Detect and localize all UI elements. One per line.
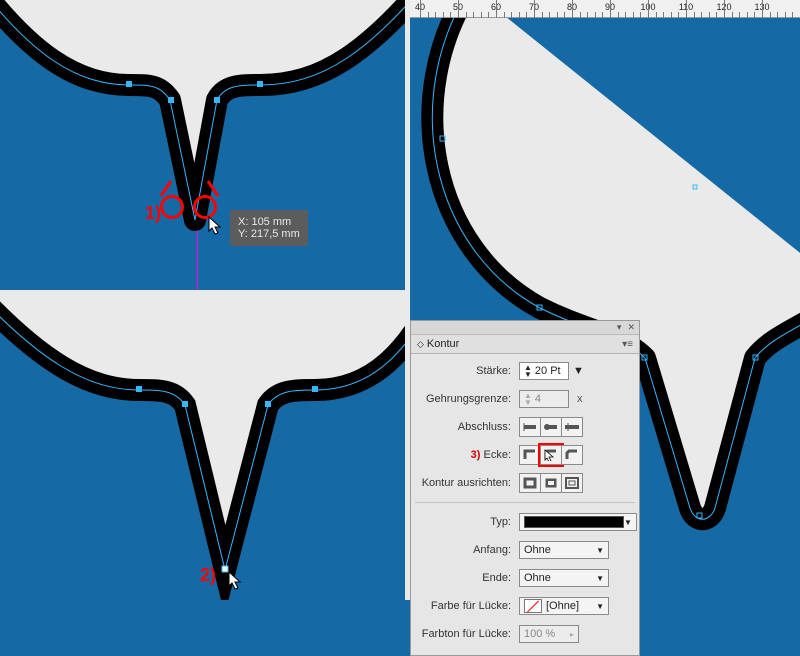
- speech-bubble-shape-step2[interactable]: [0, 295, 405, 600]
- coordinate-tooltip: X: 105 mm Y: 217,5 mm: [230, 210, 308, 246]
- speech-bubble-shape-step1[interactable]: [0, 0, 405, 290]
- join-button-group: [519, 445, 583, 465]
- panel-tab-kontur[interactable]: Kontur: [427, 338, 459, 350]
- miter-limit-value: 4: [535, 393, 541, 405]
- stroke-type-select[interactable]: ▼: [519, 513, 637, 531]
- cap-butt-button[interactable]: [519, 417, 541, 437]
- panel-flyout-menu-icon[interactable]: ▾≡: [622, 339, 633, 350]
- align-stroke-inside-button[interactable]: [540, 473, 562, 493]
- stroke-weight-field[interactable]: ▲▼ 20 Pt: [519, 362, 569, 380]
- viewport-top-left[interactable]: 1) X: 105 mm Y: 217,5 mm: [0, 0, 405, 290]
- join-round-button[interactable]: [540, 445, 562, 465]
- stroke-end-select[interactable]: Ohne ▼: [519, 569, 609, 587]
- cap-button-group: [519, 417, 583, 437]
- horizontal-ruler[interactable]: 405060708090100110120130: [410, 0, 800, 18]
- callout-1: 1): [145, 203, 161, 224]
- gap-tint-value: 100 %: [524, 628, 555, 640]
- label-gap-color: Farbe für Lücke:: [419, 600, 519, 612]
- stroke-type-preview: [524, 516, 624, 528]
- none-swatch-icon: [524, 599, 542, 613]
- align-stroke-center-button[interactable]: [519, 473, 541, 493]
- dropdown-arrow-icon: ▼: [596, 546, 604, 555]
- coord-x: X: 105 mm: [238, 216, 300, 228]
- stroke-start-select[interactable]: Ohne ▼: [519, 541, 609, 559]
- align-stroke-outside-button[interactable]: [561, 473, 583, 493]
- gap-tint-field: 100 % ▸: [519, 625, 579, 643]
- cursor-arrow-icon: [208, 216, 224, 236]
- callout-2: 2): [200, 565, 216, 586]
- cap-projecting-button[interactable]: [561, 417, 583, 437]
- dropdown-arrow-icon: ▼: [596, 602, 604, 611]
- callout-3: 3) Ecke:: [419, 449, 519, 461]
- label-miter-limit: Gehrungsgrenze:: [419, 393, 519, 405]
- miter-limit-field[interactable]: ▲▼ 4: [519, 390, 569, 408]
- panel-expand-icon[interactable]: ◇: [417, 339, 424, 350]
- cursor-arrow-icon: [228, 571, 244, 591]
- panel-titlebar[interactable]: ▾ ✕: [411, 321, 639, 335]
- panel-tab-row: ◇ Kontur ▾≡: [411, 335, 639, 354]
- stroke-end-value: Ohne: [524, 572, 551, 584]
- miter-limit-suffix: x: [577, 393, 583, 405]
- align-stroke-group: [519, 473, 583, 493]
- stroke-start-value: Ohne: [524, 544, 551, 556]
- label-gap-tint: Farbton für Lücke:: [419, 628, 519, 640]
- panel-collapse-icon[interactable]: ▾: [617, 322, 622, 333]
- coord-y: Y: 217,5 mm: [238, 228, 300, 240]
- label-stroke-weight: Stärke:: [419, 365, 519, 377]
- join-miter-button[interactable]: [519, 445, 541, 465]
- dropdown-arrow-icon: ▼: [624, 518, 632, 527]
- gap-color-value: [Ohne]: [546, 600, 579, 612]
- cursor-arrow-icon: [544, 449, 558, 461]
- label-end: Ende:: [419, 572, 519, 584]
- dropdown-arrow-icon: ▼: [596, 574, 604, 583]
- stroke-weight-value: 20 Pt: [535, 365, 561, 377]
- panel-body: Stärke: ▲▼ 20 Pt ▼ Gehrungsgrenze: ▲▼ 4 …: [411, 354, 639, 655]
- stroke-weight-dropdown-icon[interactable]: ▼: [573, 365, 584, 377]
- viewport-bottom-left[interactable]: 2): [0, 295, 405, 600]
- label-start: Anfang:: [419, 544, 519, 556]
- join-bevel-button[interactable]: [561, 445, 583, 465]
- cap-round-button[interactable]: [540, 417, 562, 437]
- stroke-panel[interactable]: ▾ ✕ ◇ Kontur ▾≡ Stärke: ▲▼ 20 Pt ▼ Gehru…: [410, 320, 640, 656]
- label-cap: Abschluss:: [419, 421, 519, 433]
- panel-close-icon[interactable]: ✕: [627, 322, 635, 333]
- label-align-stroke: Kontur ausrichten:: [419, 477, 519, 489]
- label-type: Typ:: [419, 516, 519, 528]
- panel-separator: [415, 502, 635, 503]
